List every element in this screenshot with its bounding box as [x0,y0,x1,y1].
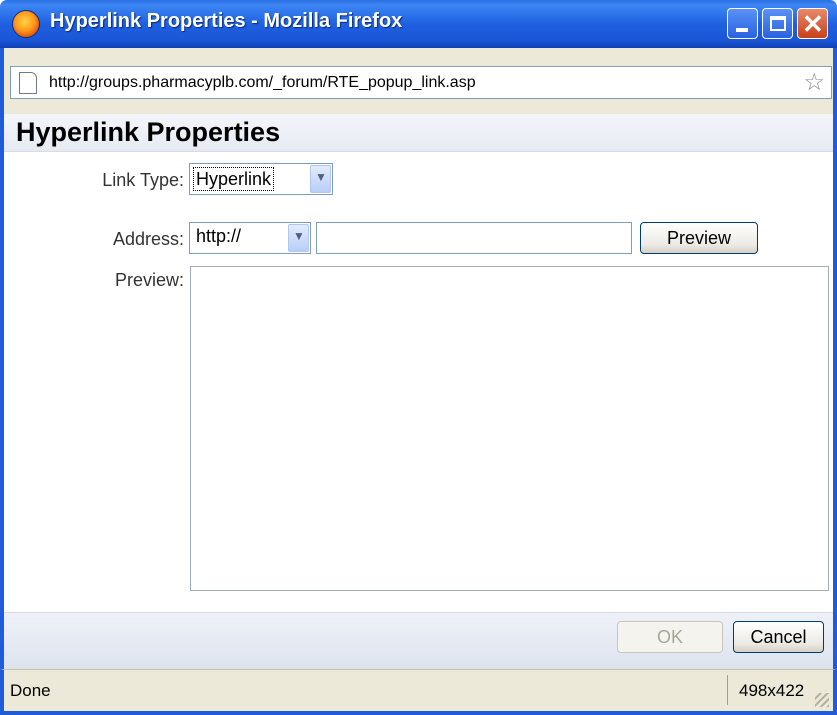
maximize-icon [770,16,786,31]
chevron-down-icon: ▼ [315,170,327,184]
status-bar: Done 498x422 [0,669,837,715]
close-icon: ✕ [802,9,824,39]
ok-button[interactable]: OK [617,621,723,653]
star-icon[interactable]: ☆ [803,69,825,97]
minimize-button[interactable] [727,8,758,39]
link-type-value: Hyperlink [193,167,275,191]
protocol-dropdown-button[interactable]: ▼ [288,224,309,252]
dialog-header: Hyperlink Properties [4,114,833,152]
address-input[interactable] [316,222,632,254]
address-label: Address: [112,229,184,249]
preview-label: Preview: [114,270,184,290]
page-title: Hyperlink Properties [16,117,281,147]
url-field[interactable]: http://groups.pharmacyplb.com/_forum/RTE… [10,66,832,99]
firefox-icon [12,10,40,38]
url-text[interactable]: http://groups.pharmacyplb.com/_forum/RTE… [49,74,476,92]
minimize-icon [736,28,748,32]
dialog-content: Hyperlink Properties Link Type: Hyperlin… [0,114,837,669]
address-bar: http://groups.pharmacyplb.com/_forum/RTE… [0,48,837,114]
maximize-button[interactable] [762,8,793,39]
close-button[interactable]: ✕ [797,8,828,39]
link-type-dropdown-button[interactable]: ▼ [310,165,331,193]
cancel-button[interactable]: Cancel [733,621,824,653]
window-title: Hyperlink Properties - Mozilla Firefox [50,10,403,32]
link-type-label: Link Type: [102,170,184,190]
preview-pane [190,266,829,591]
window-size-readout: 498x422 [739,681,805,700]
status-text: Done [10,681,51,700]
status-divider [727,675,728,705]
page-icon [19,72,37,94]
title-bar: Hyperlink Properties - Mozilla Firefox ✕ [0,0,837,48]
protocol-value: http:// [196,226,242,246]
chevron-down-icon: ▼ [293,229,305,243]
preview-button[interactable]: Preview [640,222,758,254]
link-type-select[interactable]: Hyperlink ▼ [189,163,333,195]
protocol-select[interactable]: http:// ▼ [189,222,311,254]
resize-grip-icon[interactable] [815,693,829,707]
